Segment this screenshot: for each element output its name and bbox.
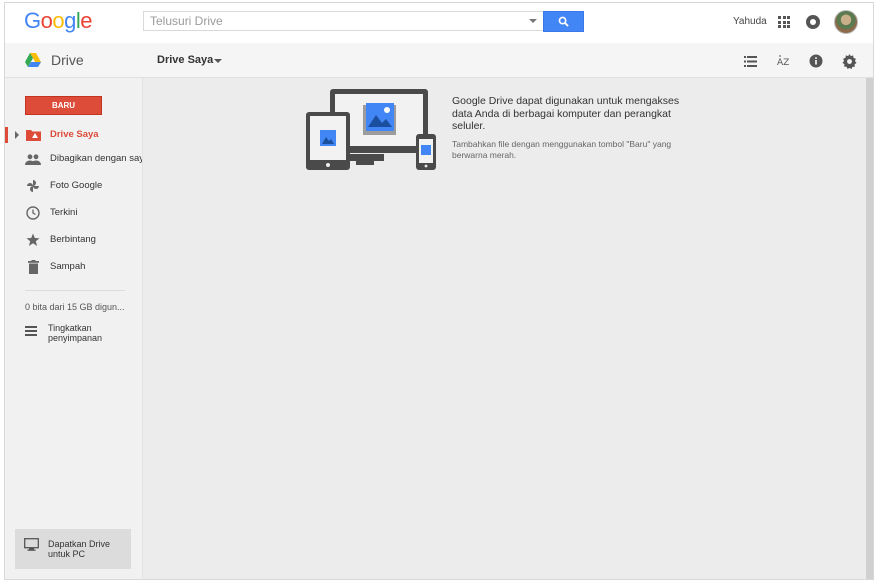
search-options-caret-icon[interactable] (529, 19, 537, 23)
empty-state-message: Google Drive dapat digunakan untuk menga… (452, 95, 692, 161)
storage-icon (25, 326, 37, 336)
breadcrumb[interactable]: Drive Saya (157, 54, 213, 66)
sidebar-item-trash[interactable]: Sampah (5, 255, 142, 279)
file-area[interactable]: Google Drive dapat digunakan untuk menga… (142, 78, 868, 579)
sidebar-item-label: Berbintang (50, 234, 96, 245)
pinwheel-photos-icon (25, 178, 41, 194)
sidebar-item-shared[interactable]: Dibagikan dengan saya (5, 147, 149, 171)
storage-usage-text: 0 bita dari 15 GB digun... (25, 302, 125, 312)
sidebar-divider (25, 290, 125, 291)
drive-logo-icon (25, 53, 41, 67)
sidebar-item-label: Drive Saya (50, 129, 99, 140)
empty-state-title: Google Drive dapat digunakan untuk menga… (452, 95, 680, 132)
my-drive-icon (25, 127, 41, 143)
google-logo[interactable]: Google (24, 8, 93, 34)
star-icon (25, 232, 41, 248)
search-input[interactable] (144, 12, 526, 30)
sidebar-item-label: Sampah (50, 261, 86, 272)
svg-text:AZ: AZ (777, 58, 789, 68)
logo-letter: o (40, 8, 53, 33)
trash-icon (25, 259, 41, 275)
vertical-scrollbar[interactable] (866, 78, 873, 579)
search-button[interactable] (543, 11, 584, 32)
get-drive-line-2: untuk PC (48, 549, 86, 559)
active-indicator (5, 127, 8, 143)
logo-letter: g (64, 8, 76, 33)
app-window: Google Yahuda Drive Drive Saya AZ (4, 2, 874, 580)
clock-icon (25, 205, 41, 221)
notifications-icon[interactable] (806, 15, 820, 29)
sidebar-item-google-photos[interactable]: Foto Google (5, 174, 142, 198)
settings-gear-icon[interactable] (841, 53, 857, 69)
top-bar: Google Yahuda (5, 3, 873, 43)
sidebar-item-starred[interactable]: Berbintang (5, 228, 142, 252)
get-drive-for-pc-button[interactable]: Dapatkan Drive untuk PC (15, 529, 131, 569)
sidebar: BARU Drive Saya Dibagikan dengan saya Fo… (5, 78, 149, 579)
new-button[interactable]: BARU (25, 96, 102, 115)
sidebar-item-label: Foto Google (50, 180, 103, 191)
desktop-monitor-icon (24, 538, 39, 551)
upgrade-storage-label: Tingkatkan penyimpanan (48, 323, 102, 343)
logo-letter: G (24, 8, 41, 33)
list-view-icon[interactable] (742, 53, 758, 69)
shared-people-icon (25, 151, 41, 167)
upgrade-storage-link[interactable]: Tingkatkan penyimpanan (25, 323, 135, 347)
empty-state-subtitle: Tambahkan file dengan menggunakan tombol… (452, 138, 672, 160)
sidebar-item-label: Dibagikan dengan saya (50, 153, 150, 164)
logo-letter: o (52, 8, 65, 33)
upgrade-line-1: Tingkatkan (48, 323, 92, 333)
drive-toolbar: Drive Drive Saya AZ (5, 43, 873, 78)
product-title[interactable]: Drive (51, 52, 84, 68)
logo-letter: e (80, 8, 93, 33)
avatar[interactable] (834, 10, 858, 34)
search-icon (558, 16, 569, 27)
user-name[interactable]: Yahuda (733, 16, 767, 27)
upgrade-line-2: penyimpanan (48, 333, 103, 343)
apps-grid-icon[interactable] (778, 16, 790, 28)
breadcrumb-dropdown-icon[interactable] (214, 59, 222, 63)
search-box (143, 11, 544, 31)
sidebar-item-my-drive[interactable]: Drive Saya (5, 123, 142, 147)
get-drive-label: Dapatkan Drive untuk PC (48, 539, 110, 559)
sidebar-item-recent[interactable]: Terkini (5, 201, 142, 225)
sort-az-icon[interactable]: AZ (775, 53, 791, 69)
sidebar-item-label: Terkini (50, 207, 78, 218)
info-icon[interactable] (808, 53, 824, 69)
devices-illustration (306, 89, 436, 170)
expand-arrow-icon[interactable] (15, 131, 19, 139)
get-drive-line-1: Dapatkan Drive (48, 539, 111, 549)
